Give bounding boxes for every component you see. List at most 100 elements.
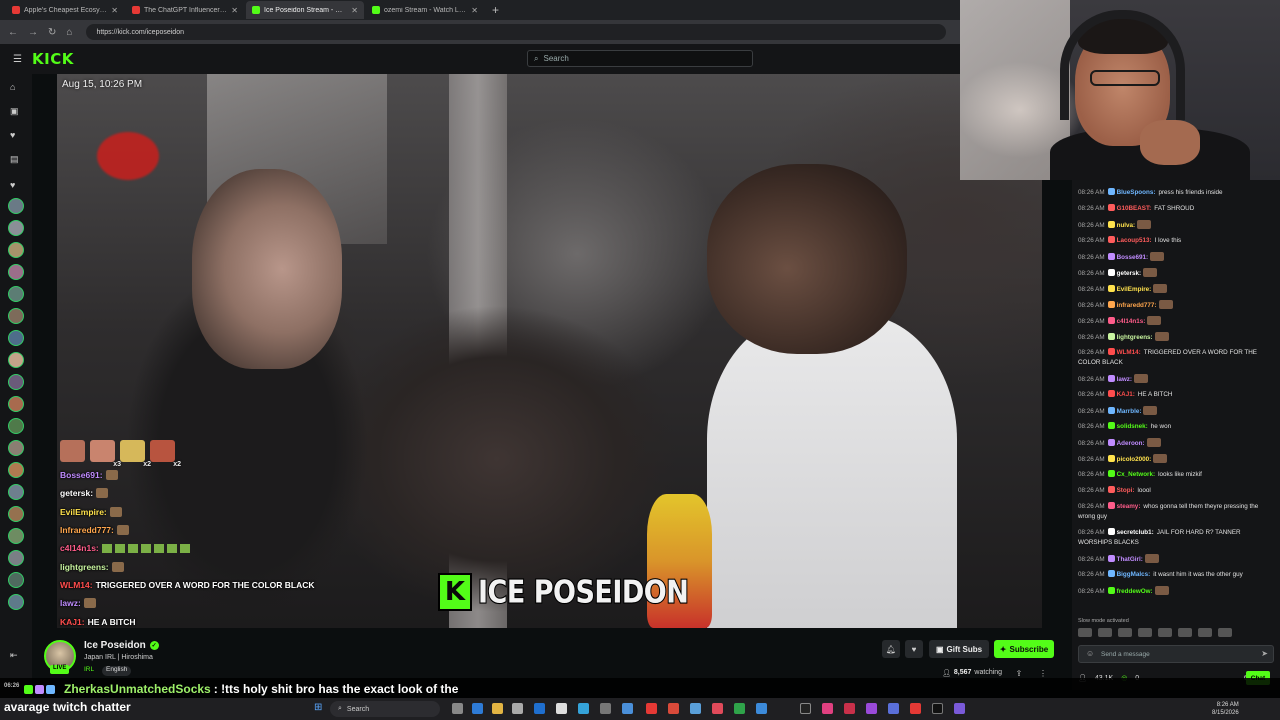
send-icon[interactable]: ➤ [1261,649,1268,658]
notification-bell-button[interactable]: 🔔︎ [882,640,900,658]
chat-username[interactable]: getersk: [1117,270,1142,277]
chat-username[interactable]: Stopi: [1117,487,1135,494]
chat-username[interactable]: secretclub1: [1117,529,1154,536]
home-icon[interactable]: ⌂ [66,27,72,38]
close-tab-icon[interactable]: ✕ [471,6,478,15]
followed-channel-avatar[interactable] [8,528,24,544]
reload-icon[interactable]: ↻ [48,27,56,38]
forward-arrow-icon[interactable]: → [28,27,38,38]
followed-channel-avatar[interactable] [8,506,24,522]
browser-tab[interactable]: The ChatGPT Influencer Trip Just H ✕ [126,1,244,19]
close-tab-icon[interactable]: ✕ [351,6,358,15]
app-icon[interactable] [844,703,855,714]
chat-username[interactable]: ThatGirl: [1117,556,1143,563]
followed-channel-avatar[interactable] [8,484,24,500]
emote-icon[interactable] [1138,628,1152,637]
followed-channel-avatar[interactable] [8,550,24,566]
followed-channel-avatar[interactable] [8,220,24,236]
followed-channel-avatar[interactable] [8,396,24,412]
app-icon[interactable] [866,703,877,714]
chat-username[interactable]: G10BEAST: [1117,205,1152,212]
chat-username[interactable]: Marrble: [1117,408,1142,415]
chat-username[interactable]: lightgreens: [1117,334,1153,341]
followed-channel-avatar[interactable] [8,594,24,610]
taskbar-search[interactable]: ⌕ Search [330,701,440,717]
chat-username[interactable]: infraredd777: [1117,302,1157,309]
language-tag[interactable]: English [102,666,132,676]
app-icon[interactable] [954,703,965,714]
taskbar-clock[interactable]: 8:26 AM 8/15/2026 [1212,701,1239,717]
browse-icon[interactable]: ▣ [10,106,19,117]
chat-username[interactable]: steamy: [1117,503,1141,510]
chat-username[interactable]: Bosse691: [1117,254,1149,261]
app-icon[interactable] [800,703,811,714]
chat-username[interactable]: lawz: [1117,376,1132,383]
emote-icon[interactable] [1118,628,1132,637]
chat-username[interactable]: freddewOw: [1117,588,1153,595]
chat-username[interactable]: nulva: [1117,222,1136,229]
new-tab-plus-icon[interactable]: + [492,3,499,17]
windows-start-icon[interactable]: ⊞ [314,702,322,713]
followed-channel-avatar[interactable] [8,440,24,456]
emote-icon[interactable] [1158,628,1172,637]
search-input[interactable]: ⌕ Search [527,50,753,67]
chat-username[interactable]: EvilEmpire: [1117,286,1152,293]
app-icon[interactable] [622,703,633,714]
edge-icon[interactable] [472,703,483,714]
emote-icon[interactable] [1178,628,1192,637]
followed-channel-avatar[interactable] [8,352,24,368]
chat-username[interactable]: WLM14: [1117,349,1141,356]
xbox-icon[interactable] [734,703,745,714]
app-icon[interactable] [756,703,767,714]
followed-channel-avatar[interactable] [8,242,24,258]
chat-username[interactable]: Cx_Network: [1117,471,1156,478]
youtube-app-icon[interactable] [646,703,657,714]
followed-channel-avatar[interactable] [8,374,24,390]
emote-icon[interactable] [1198,628,1212,637]
following-heart-icon[interactable]: ♥ [10,130,15,140]
clips-icon[interactable]: ▤ [10,154,19,165]
followed-channel-avatar[interactable] [8,198,24,214]
chat-username[interactable]: Aderoon: [1117,440,1145,447]
store-icon[interactable] [512,703,523,714]
streamer-name[interactable]: Ice Poseidon [84,640,146,651]
app-icon[interactable] [668,703,679,714]
followed-channel-avatar[interactable] [8,264,24,280]
menu-hamburger-icon[interactable]: ☰ [13,54,22,65]
task-view-icon[interactable] [452,703,463,714]
app-icon[interactable] [712,703,723,714]
chat-username[interactable]: picolo2000: [1117,456,1152,463]
app-icon[interactable] [822,703,833,714]
home-icon[interactable]: ⌂ [10,82,15,92]
chat-username[interactable]: c4l14n1s: [1117,318,1146,325]
app-icon[interactable] [932,703,943,714]
follow-heart-button[interactable]: ♥ [905,640,923,658]
app-icon[interactable] [690,703,701,714]
record-icon[interactable] [910,703,921,714]
chat-username[interactable]: KAJ1: [1117,391,1135,398]
video-player[interactable]: Aug 15, 10:26 PM x3 x2 x2 Bosse691: gete… [57,74,1042,628]
app-icon[interactable] [600,703,611,714]
close-tab-icon[interactable]: ✕ [231,6,238,15]
collapse-sidebar-icon[interactable]: ⇤ [10,650,18,661]
chat-username[interactable]: Lacoup513: [1117,237,1152,244]
chrome-icon[interactable] [578,703,589,714]
app-icon[interactable] [534,703,545,714]
followed-channel-avatar[interactable] [8,418,24,434]
followed-channel-avatar[interactable] [8,308,24,324]
emote-icon[interactable] [1078,628,1092,637]
stream-category[interactable]: IRL [84,666,94,673]
chat-username[interactable]: BlueSpoons: [1117,189,1156,196]
gift-subs-button[interactable]: ▣ Gift Subs [929,640,989,658]
followed-channel-avatar[interactable] [8,462,24,478]
followed-channel-avatar[interactable] [8,330,24,346]
chat-username[interactable]: BiggMalcs: [1117,571,1151,578]
app-icon[interactable] [556,703,567,714]
back-arrow-icon[interactable]: ← [8,27,18,38]
emote-icon[interactable] [1098,628,1112,637]
app-icon[interactable] [888,703,899,714]
browser-tab[interactable]: Apple's Cheapest Ecosystem Brought ✕ [6,1,124,19]
kick-logo[interactable]: KICK [32,50,74,68]
browser-tab[interactable]: ozemi Stream - Watch Live on ✕ [366,1,484,19]
emote-icon[interactable] [1218,628,1232,637]
